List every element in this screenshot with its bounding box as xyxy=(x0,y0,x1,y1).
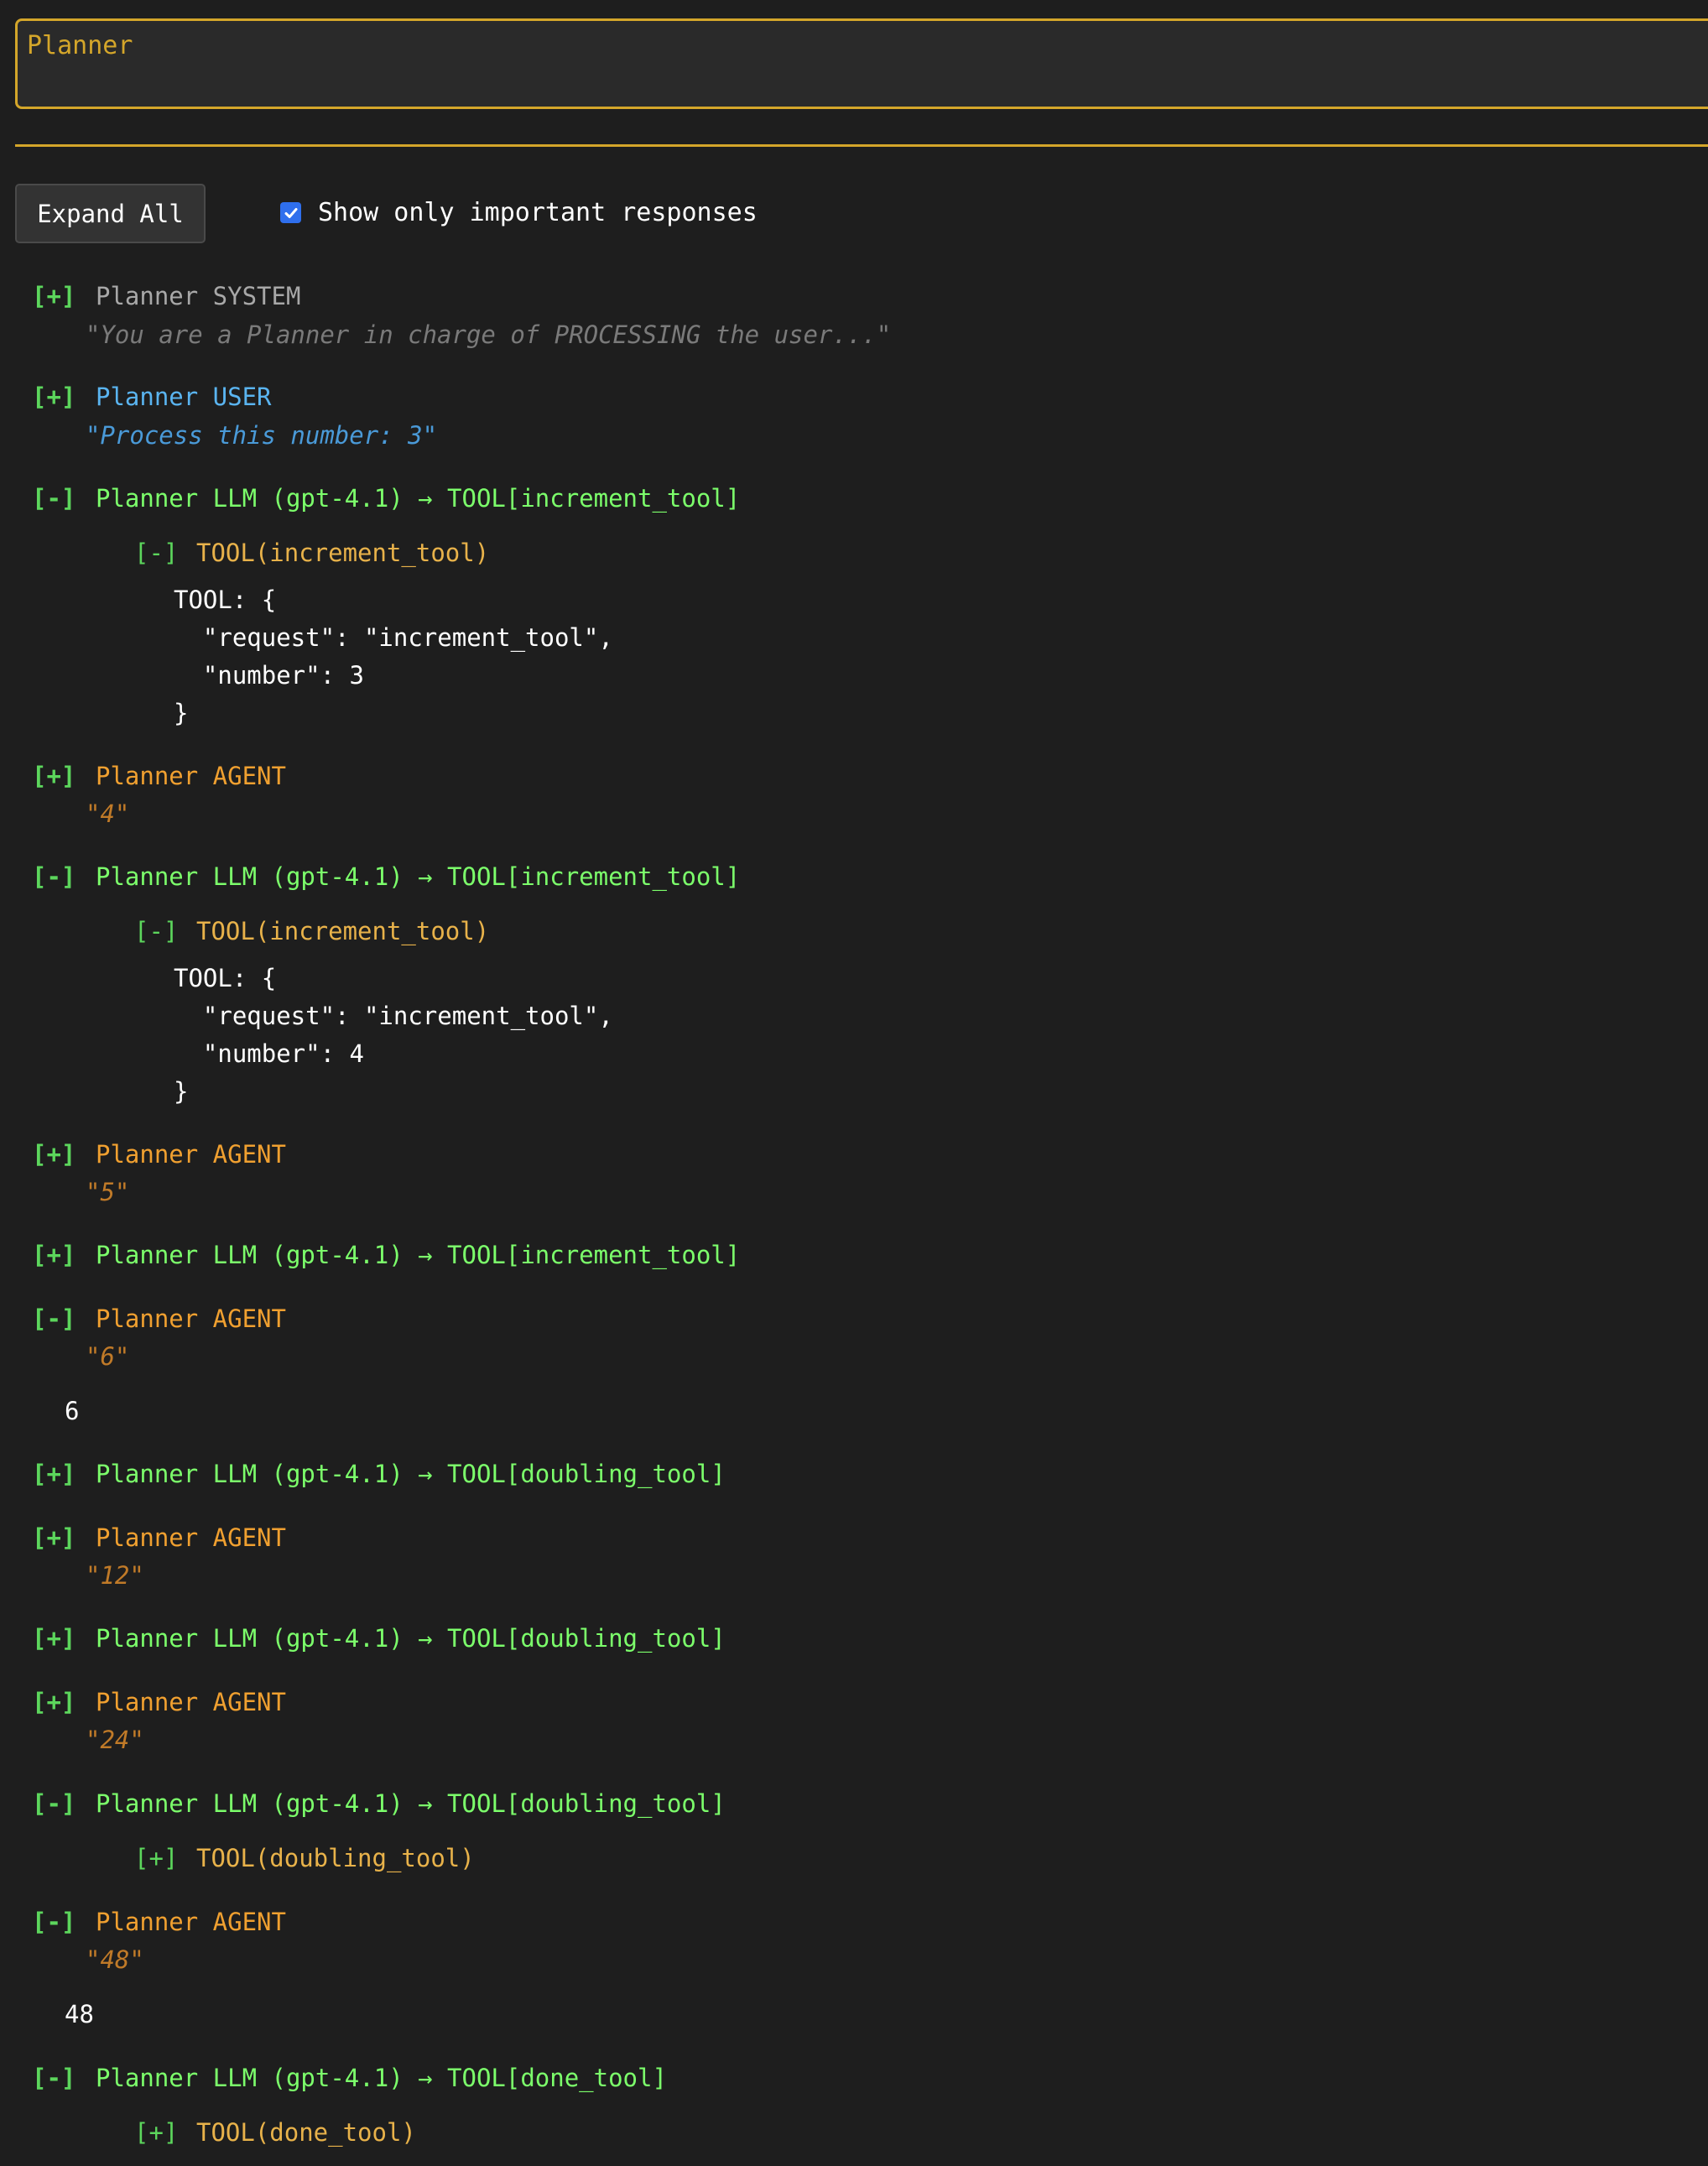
entry-toggle[interactable]: [+] xyxy=(32,1526,76,1550)
entry-preview: "4" xyxy=(86,799,130,828)
tool-label[interactable]: TOOL(done_tool) xyxy=(196,2121,416,2145)
header-divider xyxy=(15,144,1708,147)
entry-preview: "24" xyxy=(86,1726,144,1754)
tool-code-line: TOOL: { xyxy=(174,964,277,992)
entry-label[interactable]: Planner AGENT xyxy=(96,1690,286,1715)
entry-toggle[interactable]: [+] xyxy=(32,764,76,789)
entry-content: 48 xyxy=(65,2000,94,2028)
important-filter-checkbox[interactable] xyxy=(280,202,301,223)
entry-toggle[interactable]: [+] xyxy=(32,1690,76,1715)
entry-label[interactable]: Planner LLM (gpt-4.1) → TOOL[doubling_to… xyxy=(96,1627,726,1651)
entry-label[interactable]: Planner USER xyxy=(96,385,272,409)
entry-label[interactable]: Planner LLM (gpt-4.1) → TOOL[done_tool] xyxy=(96,2066,667,2091)
tool-label[interactable]: TOOL(doubling_tool) xyxy=(196,1846,475,1871)
entry-preview: "5" xyxy=(86,1178,130,1206)
entry-label[interactable]: Planner LLM (gpt-4.1) → TOOL[increment_t… xyxy=(96,1243,740,1268)
tool-code-line: "number": 4 xyxy=(174,1039,364,1068)
entry-label[interactable]: Planner AGENT xyxy=(96,1307,286,1331)
tool-code-line: } xyxy=(174,699,189,727)
entry-label[interactable]: Planner LLM (gpt-4.1) → TOOL[doubling_to… xyxy=(96,1792,726,1816)
tool-toggle[interactable]: [+] xyxy=(134,2121,178,2145)
log-viewer: Planner Expand All Show only important r… xyxy=(0,0,1708,2166)
expand-all-button[interactable]: Expand All xyxy=(15,184,206,243)
entry-toggle[interactable]: [+] xyxy=(32,284,76,309)
tool-code-line: "request": "increment_tool", xyxy=(174,1002,613,1030)
entry-toggle[interactable]: [-] xyxy=(32,2066,76,2091)
tool-toggle[interactable]: [-] xyxy=(134,919,178,944)
entry-toggle[interactable]: [+] xyxy=(32,1627,76,1651)
entry-toggle[interactable]: [-] xyxy=(32,865,76,889)
tool-label[interactable]: TOOL(increment_tool) xyxy=(196,919,489,944)
entry-toggle[interactable]: [-] xyxy=(32,1307,76,1331)
important-filter-label: Show only important responses xyxy=(318,198,758,227)
entry-label[interactable]: Planner SYSTEM xyxy=(96,284,300,309)
entry-label[interactable]: Planner AGENT xyxy=(96,1526,286,1550)
tool-toggle[interactable]: [+] xyxy=(134,1846,178,1871)
tool-code-line: TOOL: { xyxy=(174,586,277,614)
entry-preview: "Process this number: 3" xyxy=(86,421,438,450)
tool-code-line: "request": "increment_tool", xyxy=(174,623,613,652)
tool-label[interactable]: TOOL(increment_tool) xyxy=(196,541,489,565)
entry-toggle[interactable]: [-] xyxy=(32,487,76,511)
entry-toggle[interactable]: [+] xyxy=(32,1143,76,1167)
entry-toggle[interactable]: [-] xyxy=(32,1792,76,1816)
entry-label[interactable]: Planner LLM (gpt-4.1) → TOOL[doubling_to… xyxy=(96,1462,726,1487)
entry-toggle[interactable]: [+] xyxy=(32,385,76,409)
tool-toggle[interactable]: [-] xyxy=(134,541,178,565)
tool-code-line: "number": 3 xyxy=(174,661,364,690)
tool-code-line: } xyxy=(174,1077,189,1106)
important-filter[interactable]: Show only important responses xyxy=(280,198,758,227)
entry-content: 6 xyxy=(65,1397,80,1425)
checkmark-icon xyxy=(284,207,297,218)
entry-label[interactable]: Planner LLM (gpt-4.1) → TOOL[increment_t… xyxy=(96,865,740,889)
agent-header-box[interactable] xyxy=(15,18,1708,109)
entry-preview: "12" xyxy=(86,1561,144,1590)
entry-toggle[interactable]: [+] xyxy=(32,1462,76,1487)
entry-preview: "You are a Planner in charge of PROCESSI… xyxy=(86,320,892,349)
entry-toggle[interactable]: [-] xyxy=(32,1910,76,1934)
entry-label[interactable]: Planner AGENT xyxy=(96,1910,286,1934)
agent-title: Planner xyxy=(27,31,133,60)
entry-label[interactable]: Planner LLM (gpt-4.1) → TOOL[increment_t… xyxy=(96,487,740,511)
entry-label[interactable]: Planner AGENT xyxy=(96,1143,286,1167)
entry-preview: "6" xyxy=(86,1342,130,1371)
entry-label[interactable]: Planner AGENT xyxy=(96,764,286,789)
entry-preview: "48" xyxy=(86,1945,144,1974)
entry-toggle[interactable]: [+] xyxy=(32,1243,76,1268)
